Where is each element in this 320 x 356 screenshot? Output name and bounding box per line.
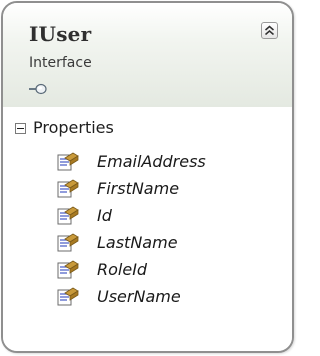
collapse-shape-button[interactable] <box>261 22 278 39</box>
shape-body: Properties EmailAddress FirstName Id Las… <box>3 107 292 351</box>
property-name: UserName <box>97 287 181 306</box>
interface-lollipop-icon <box>29 82 47 95</box>
property-name: RoleId <box>97 260 148 279</box>
property-item[interactable]: RoleId <box>3 257 292 284</box>
property-item[interactable]: LastName <box>3 230 292 257</box>
shape-title: IUser <box>29 22 92 46</box>
property-icon <box>56 179 80 199</box>
section-label: Properties <box>33 118 114 137</box>
property-item[interactable]: EmailAddress <box>3 149 292 176</box>
property-list: EmailAddress FirstName Id LastName RoleI… <box>3 149 292 311</box>
property-icon <box>56 287 80 307</box>
minus-box-icon[interactable] <box>15 123 26 134</box>
property-item[interactable]: FirstName <box>3 176 292 203</box>
shape-kind: Interface <box>29 55 92 71</box>
property-item[interactable]: Id <box>3 203 292 230</box>
property-name: FirstName <box>97 179 180 198</box>
class-diagram-shape[interactable]: IUser Interface Properties EmailAddress … <box>1 1 294 353</box>
property-name: EmailAddress <box>97 152 206 171</box>
property-name: LastName <box>97 233 178 252</box>
property-name: Id <box>97 206 112 225</box>
property-item[interactable]: UserName <box>3 284 292 311</box>
shape-header: IUser Interface <box>3 3 292 107</box>
properties-section-header[interactable]: Properties <box>3 115 292 143</box>
property-icon <box>56 233 80 253</box>
property-icon <box>56 152 80 172</box>
property-icon <box>56 260 80 280</box>
double-chevron-up-icon <box>265 25 274 36</box>
property-icon <box>56 206 80 226</box>
